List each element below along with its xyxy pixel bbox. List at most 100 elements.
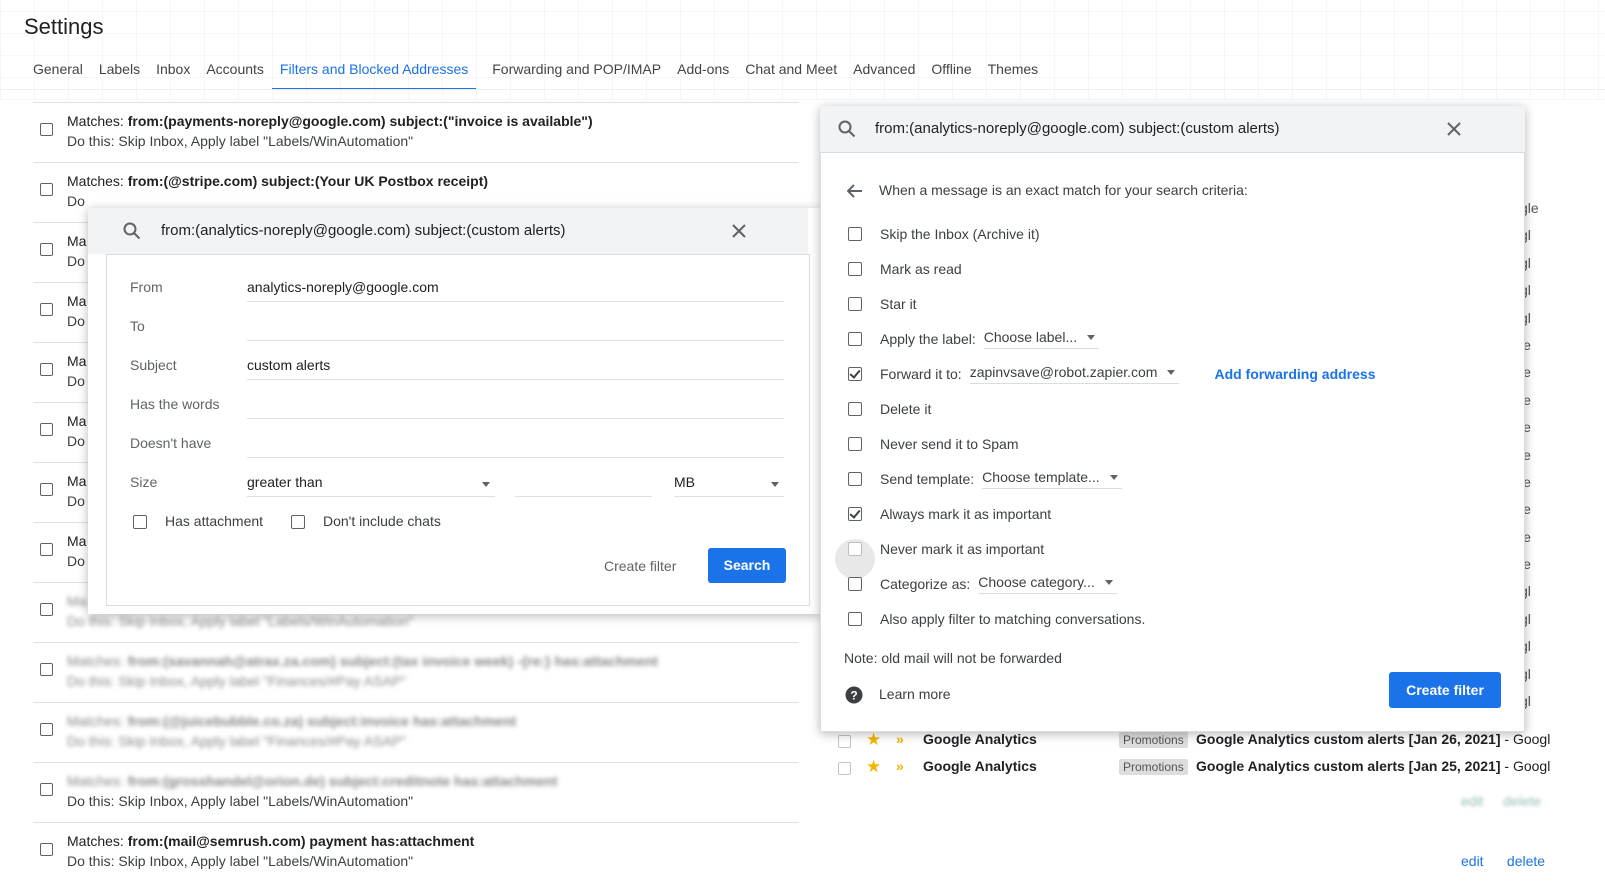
filter-checkbox[interactable]	[40, 663, 53, 676]
option-mark-read[interactable]: Mark as read	[848, 259, 962, 279]
label-select[interactable]: Choose label...	[983, 329, 1100, 349]
filter-checkbox[interactable]	[40, 783, 53, 796]
checkbox[interactable]	[848, 332, 862, 346]
filter-matches: Ma	[67, 293, 87, 309]
checkbox[interactable]	[848, 262, 862, 276]
template-select[interactable]: Choose template...	[982, 469, 1122, 489]
search-button[interactable]: Search	[708, 548, 786, 583]
option-send-template[interactable]: Send template: Choose template...	[848, 469, 1122, 489]
help-icon[interactable]: ?	[845, 686, 863, 704]
option-categorize[interactable]: Categorize as: Choose category...	[848, 574, 1117, 594]
settings-tabs: General Labels Inbox Accounts Filters an…	[33, 60, 1054, 90]
option-label: Skip the Inbox (Archive it)	[880, 226, 1040, 242]
email-row[interactable]: ★ » Google Analytics Promotions Google A…	[838, 757, 1558, 785]
tab-filters[interactable]: Filters and Blocked Addresses	[271, 60, 477, 90]
important-marker-icon[interactable]: »	[896, 758, 904, 774]
option-apply-label[interactable]: Apply the label: Choose label...	[848, 329, 1100, 349]
star-icon[interactable]: ★	[866, 730, 881, 750]
dont-include-chats-checkbox[interactable]	[291, 515, 305, 529]
option-star[interactable]: Star it	[848, 294, 917, 314]
checkbox[interactable]	[848, 402, 862, 416]
tab-offline[interactable]: Offline	[931, 60, 979, 90]
has-attachment-checkbox[interactable]	[133, 515, 147, 529]
has-words-field[interactable]	[247, 393, 784, 419]
chevron-down-icon	[1087, 334, 1096, 340]
filter-matches: Ma	[67, 533, 87, 549]
filter-action: Do this: Skip Inbox, Apply label "Financ…	[67, 733, 407, 749]
from-field[interactable]: analytics-noreply@google.com	[247, 276, 784, 302]
search-icon[interactable]	[838, 120, 856, 138]
filter-checkbox[interactable]	[40, 183, 53, 196]
option-also-apply[interactable]: Also apply filter to matching conversati…	[848, 609, 1145, 629]
create-filter-button[interactable]: Create filter	[1389, 672, 1501, 708]
back-arrow-icon[interactable]	[847, 184, 863, 198]
filter-checkbox[interactable]	[40, 543, 53, 556]
checkbox[interactable]	[848, 227, 862, 241]
tab-general[interactable]: General	[33, 60, 91, 90]
filter-checkbox[interactable]	[40, 303, 53, 316]
category-select[interactable]: Choose category...	[978, 574, 1117, 594]
size-unit-select[interactable]: MB	[674, 471, 784, 497]
checkbox[interactable]	[848, 612, 862, 626]
tab-inbox[interactable]: Inbox	[156, 60, 198, 90]
checkbox[interactable]	[848, 437, 862, 451]
tab-addons[interactable]: Add-ons	[677, 60, 737, 90]
tab-advanced[interactable]: Advanced	[853, 60, 923, 90]
create-filter-link[interactable]: Create filter	[604, 558, 676, 574]
checkbox[interactable]	[848, 507, 862, 521]
option-label: Delete it	[880, 401, 932, 417]
tab-chat-meet[interactable]: Chat and Meet	[745, 60, 845, 90]
size-value-field[interactable]	[515, 471, 652, 497]
tab-themes[interactable]: Themes	[988, 60, 1047, 90]
filter-checkbox[interactable]	[40, 363, 53, 376]
option-delete[interactable]: Delete it	[848, 399, 931, 419]
filter-checkbox[interactable]	[40, 603, 53, 616]
star-icon[interactable]: ★	[866, 757, 881, 777]
email-checkbox[interactable]	[838, 735, 851, 748]
forward-address-select[interactable]: zapinvsave@robot.zapier.com	[969, 364, 1180, 384]
add-forwarding-address-link[interactable]: Add forwarding address	[1214, 366, 1375, 382]
tab-forwarding[interactable]: Forwarding and POP/IMAP	[492, 60, 669, 90]
checkbox[interactable]	[848, 542, 862, 556]
tab-accounts[interactable]: Accounts	[206, 60, 272, 90]
doesnt-have-field[interactable]	[247, 432, 784, 458]
search-icon[interactable]	[123, 222, 141, 240]
search-query[interactable]: from:(analytics-noreply@google.com) subj…	[875, 120, 1280, 137]
checkbox[interactable]	[848, 367, 862, 381]
tab-labels[interactable]: Labels	[99, 60, 148, 90]
search-query[interactable]: from:(analytics-noreply@google.com) subj…	[161, 222, 566, 239]
delete-link[interactable]: delete	[1507, 853, 1545, 869]
learn-more-link[interactable]: Learn more	[879, 686, 951, 702]
option-skip-inbox[interactable]: Skip the Inbox (Archive it)	[848, 224, 1040, 244]
checkbox[interactable]	[848, 297, 862, 311]
to-field[interactable]	[247, 315, 784, 341]
checkbox[interactable]	[848, 472, 862, 486]
email-checkbox[interactable]	[838, 762, 851, 775]
edit-link[interactable]: edit	[1461, 853, 1484, 869]
filter-checkbox[interactable]	[40, 243, 53, 256]
filter-action: Do this: Skip Inbox, Apply label "Labels…	[67, 133, 414, 149]
close-icon[interactable]	[732, 224, 746, 238]
filter-checkbox[interactable]	[40, 723, 53, 736]
filter-options-panel: When a message is an exact match for you…	[820, 152, 1525, 732]
search-form: From analytics-noreply@google.com To Sub…	[106, 254, 810, 606]
subject-field[interactable]: custom alerts	[247, 354, 784, 380]
email-sender: Google Analytics	[923, 758, 1037, 774]
option-never-spam[interactable]: Never send it to Spam	[848, 434, 1019, 454]
option-forward[interactable]: Forward it to: zapinvsave@robot.zapier.c…	[848, 364, 1375, 384]
search-bar: from:(analytics-noreply@google.com) subj…	[88, 208, 808, 254]
option-always-important[interactable]: Always mark it as important	[848, 504, 1051, 524]
checkbox[interactable]	[848, 577, 862, 591]
important-marker-icon[interactable]: »	[896, 731, 904, 747]
filter-checkbox[interactable]	[40, 843, 53, 856]
close-icon[interactable]	[1447, 122, 1461, 136]
filter-checkbox[interactable]	[40, 423, 53, 436]
filter-checkbox[interactable]	[40, 483, 53, 496]
filter-checkbox[interactable]	[40, 123, 53, 136]
option-never-important[interactable]: Never mark it as important	[848, 539, 1044, 559]
filter-matches: Matches: from:(payments-noreply@google.c…	[67, 113, 593, 129]
size-operator-select[interactable]: greater than	[247, 471, 495, 497]
email-row[interactable]: ★ » Google Analytics Promotions Google A…	[838, 730, 1558, 758]
search-options-dialog: from:(analytics-noreply@google.com) subj…	[88, 208, 820, 614]
filter-matches: Matches: from:(@stripe.com) subject:(You…	[67, 173, 489, 189]
